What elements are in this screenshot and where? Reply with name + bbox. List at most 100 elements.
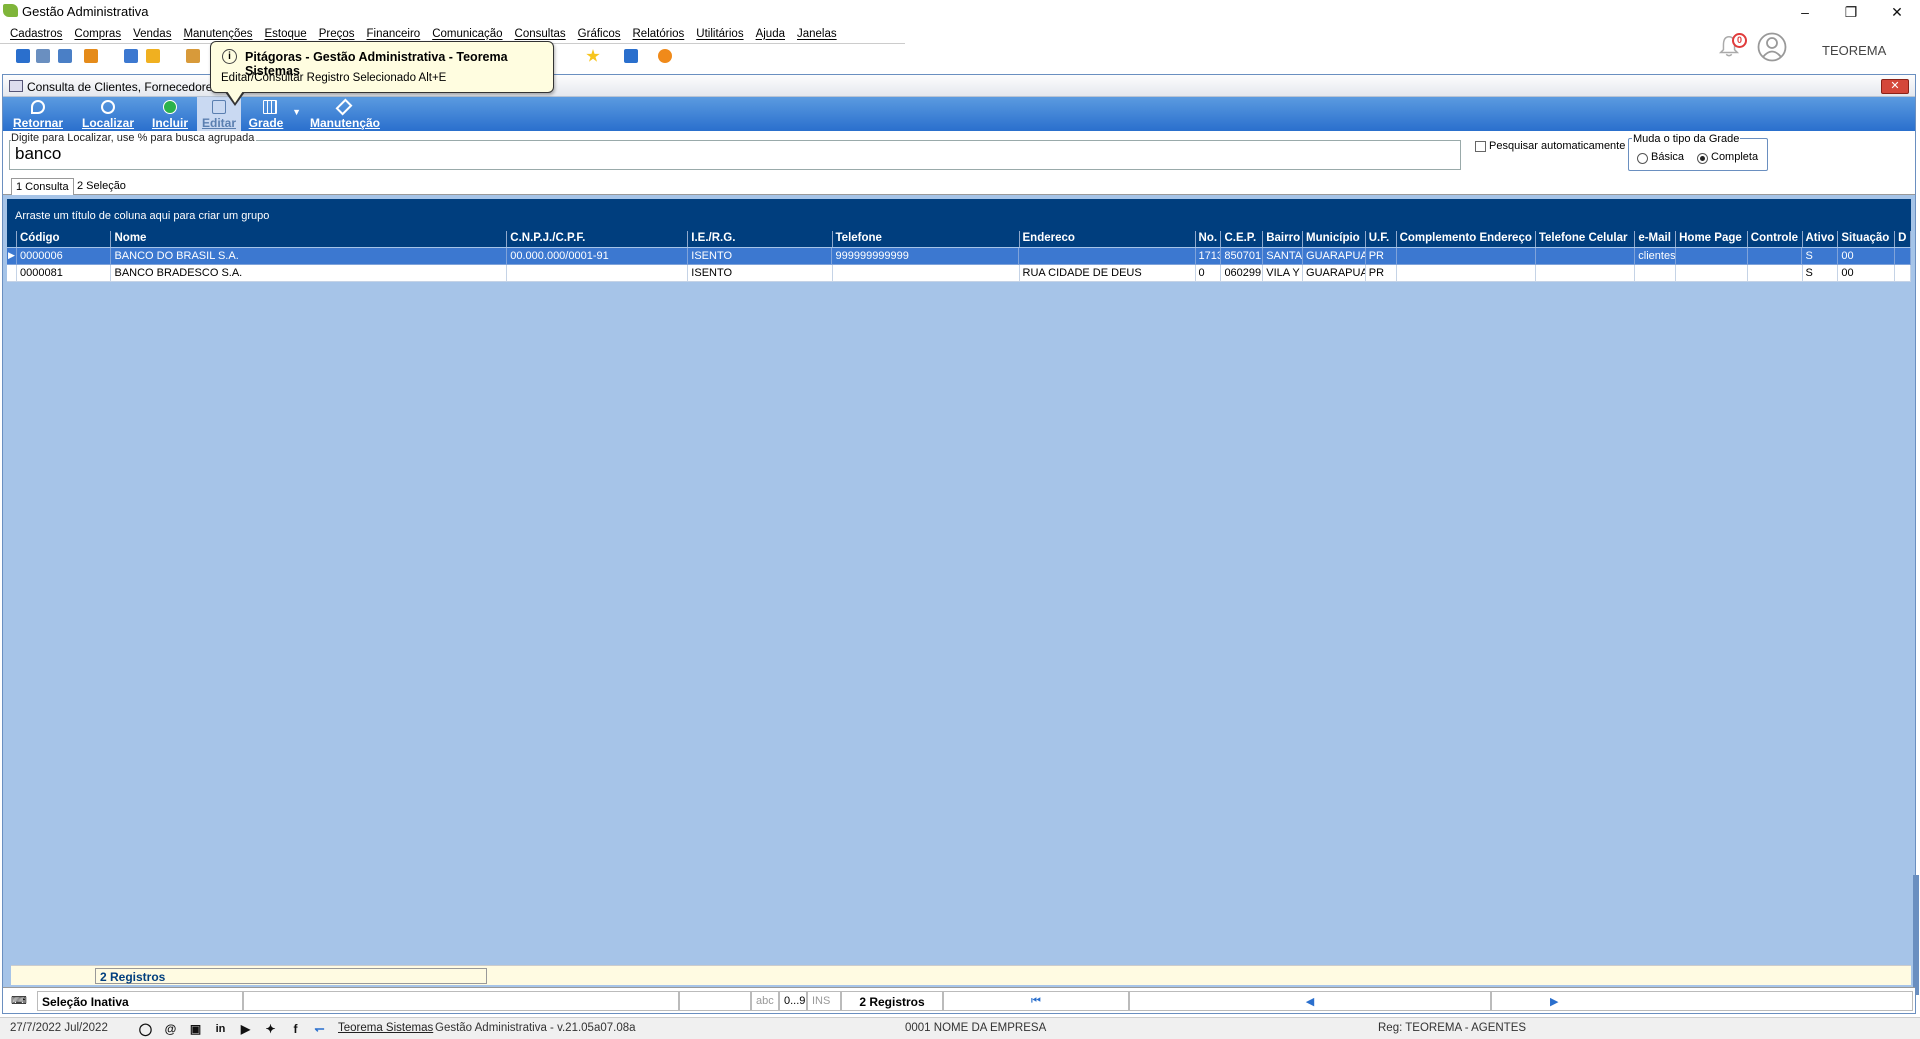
cell-uf[interactable]: PR (1365, 248, 1397, 265)
full-radio[interactable] (1697, 153, 1708, 164)
menu-graficos[interactable]: Gráficos (578, 28, 621, 40)
col-ativo[interactable]: Ativo (1803, 231, 1839, 247)
cell-endereco[interactable]: RUA CIDADE DE DEUS (1019, 265, 1196, 282)
cell-ativo[interactable]: S (1802, 248, 1839, 265)
col-uf[interactable]: U.F. (1366, 231, 1397, 247)
restore-button[interactable]: ❐ (1828, 0, 1874, 24)
col-endereco[interactable]: Endereco (1020, 231, 1196, 247)
cell-ativo[interactable]: S (1802, 265, 1839, 282)
col-complemento[interactable]: Complemento Endereço (1397, 231, 1536, 247)
folder-icon[interactable] (146, 49, 160, 63)
cell-cep[interactable]: 850701 (1221, 248, 1264, 265)
grade-button[interactable]: Grade ▼ (245, 97, 301, 131)
cell-nome[interactable]: BANCO DO BRASIL S.A. (111, 248, 508, 265)
cell-controle[interactable] (1747, 265, 1803, 282)
menu-ajuda[interactable]: Ajuda (756, 28, 785, 40)
cell-telefone[interactable] (832, 265, 1020, 282)
first-record-icon[interactable]: ⏮ (943, 991, 1129, 1011)
col-cep[interactable]: C.E.P. (1221, 231, 1264, 247)
col-homepage[interactable]: Home Page (1676, 231, 1748, 247)
menu-compras[interactable]: Compras (74, 28, 121, 40)
col-cnpj[interactable]: C.N.P.J./C.P.F. (507, 231, 689, 247)
cell-numero[interactable]: 0 (1195, 265, 1222, 282)
tab-consulta[interactable]: 1 Consulta (11, 178, 74, 195)
cell-email[interactable] (1635, 265, 1677, 282)
cell-cnpj[interactable]: 00.000.000/0001-91 (507, 248, 689, 265)
power-icon[interactable] (658, 49, 672, 63)
col-controle[interactable]: Controle (1748, 231, 1803, 247)
menu-precos[interactable]: Preços (319, 28, 355, 40)
cell-complemento[interactable] (1396, 248, 1536, 265)
tab-selecao[interactable]: 2 Seleção (73, 178, 130, 195)
cell-endereco[interactable] (1019, 248, 1196, 265)
menu-relatorios[interactable]: Relatórios (633, 28, 685, 40)
edge-browser-icon[interactable]: ◯ (138, 1022, 153, 1037)
users-icon[interactable] (36, 49, 50, 63)
basic-radio[interactable] (1637, 153, 1648, 164)
cell-d[interactable] (1895, 265, 1912, 282)
menu-cadastros[interactable]: Cadastros (10, 28, 62, 40)
cell-nome[interactable]: BANCO BRADESCO S.A. (111, 265, 508, 282)
cell-municipio[interactable]: GUARAPUA (1303, 265, 1366, 282)
menu-financeiro[interactable]: Financeiro (367, 28, 421, 40)
calculator-icon[interactable] (124, 49, 138, 63)
col-celular[interactable]: Telefone Celular (1536, 231, 1636, 247)
cell-celular[interactable] (1535, 248, 1636, 265)
col-email[interactable]: e-Mail (1635, 231, 1677, 247)
previous-record-icon[interactable]: ◀ (1129, 991, 1491, 1011)
cell-homepage[interactable] (1676, 265, 1748, 282)
cell-codigo[interactable]: 0000006 (16, 248, 112, 265)
cell-situacao[interactable]: 00 (1838, 265, 1896, 282)
user-avatar-icon[interactable] (1757, 32, 1787, 62)
email-at-icon[interactable]: @ (163, 1022, 178, 1037)
twitter-icon[interactable]: ✦ (263, 1022, 278, 1037)
table-row[interactable]: ▶ 0000006 BANCO DO BRASIL S.A. 00.000.00… (7, 248, 1911, 265)
instagram-icon[interactable]: ▣ (188, 1022, 203, 1037)
col-d[interactable]: D (1895, 231, 1912, 247)
vertical-scrollbar[interactable] (1913, 875, 1919, 995)
cell-municipio[interactable]: GUARAPUA (1303, 248, 1366, 265)
menu-consultas[interactable]: Consultas (515, 28, 566, 40)
col-bairro[interactable]: Bairro (1263, 231, 1304, 247)
info-icon[interactable] (624, 49, 638, 63)
col-nome[interactable]: Nome (111, 231, 508, 247)
cell-homepage[interactable] (1676, 248, 1748, 265)
minimize-button[interactable]: – (1782, 0, 1828, 24)
incluir-button[interactable]: Incluir (145, 97, 195, 131)
window-close-button[interactable]: ✕ (1881, 79, 1909, 94)
group-by-panel[interactable]: Arraste um título de coluna aqui para cr… (7, 199, 1911, 231)
cell-bairro[interactable]: VILA Y (1263, 265, 1304, 282)
cell-ie[interactable]: ISENTO (688, 265, 833, 282)
cell-bairro[interactable]: SANTA (1263, 248, 1304, 265)
menu-comunicacao[interactable]: Comunicação (432, 28, 502, 40)
cell-d[interactable] (1895, 248, 1911, 265)
search-input[interactable]: banco (9, 140, 1461, 170)
cell-codigo[interactable]: 0000081 (16, 265, 112, 282)
close-button[interactable]: ✕ (1874, 0, 1920, 24)
cell-cnpj[interactable] (507, 265, 689, 282)
cell-email[interactable]: clientes (1635, 248, 1677, 265)
cell-numero[interactable]: 1713 (1195, 248, 1222, 265)
person-icon[interactable] (186, 49, 200, 63)
menu-vendas[interactable]: Vendas (133, 28, 171, 40)
cell-uf[interactable]: PR (1365, 265, 1397, 282)
col-numero[interactable]: No. (1196, 231, 1222, 247)
col-codigo[interactable]: Código (17, 231, 112, 247)
menu-utilitarios[interactable]: Utilitários (696, 28, 743, 40)
chevron-down-icon[interactable]: ▼ (292, 107, 301, 117)
cell-cep[interactable]: 060299 (1221, 265, 1264, 282)
company-link[interactable]: Teorema Sistemas (338, 1022, 433, 1034)
linkedin-icon[interactable]: in (213, 1022, 228, 1037)
table-row[interactable]: 0000081 BANCO BRADESCO S.A. ISENTO RUA C… (7, 265, 1912, 282)
hierarchy-icon[interactable] (84, 49, 98, 63)
cell-celular[interactable] (1535, 265, 1636, 282)
cell-situacao[interactable]: 00 (1838, 248, 1896, 265)
teorema-logo-icon[interactable]: ↽ (312, 1022, 327, 1037)
col-situacao[interactable]: Situação (1838, 231, 1896, 247)
window-icon[interactable] (58, 49, 72, 63)
cell-telefone[interactable]: 999999999999 (832, 248, 1020, 265)
cell-complemento[interactable] (1396, 265, 1536, 282)
cell-controle[interactable] (1747, 248, 1803, 265)
col-telefone[interactable]: Telefone (833, 231, 1020, 247)
next-record-icon[interactable]: ▶ (1491, 991, 1913, 1011)
